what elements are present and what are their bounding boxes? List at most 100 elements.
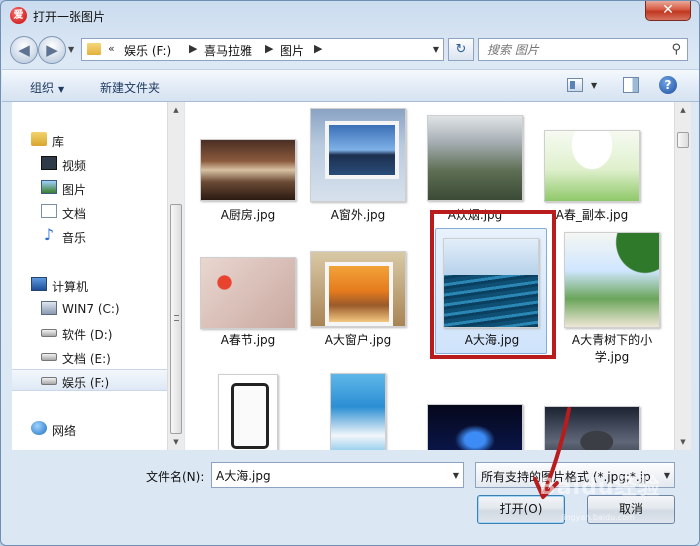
file-thumbnail: [200, 257, 296, 329]
chevron-right-icon[interactable]: ▶: [189, 42, 197, 55]
sidebar-item-label: 库: [52, 135, 65, 149]
address-overflow[interactable]: «: [108, 42, 115, 55]
command-toolbar: 组织 ▼ 新建文件夹 ▼ ?: [2, 69, 699, 102]
file-item[interactable]: A春节.jpg: [193, 231, 303, 355]
video-icon: [41, 156, 57, 170]
breadcrumb-himalaya[interactable]: 喜马拉雅: [204, 42, 252, 59]
chevron-right-icon[interactable]: ▶: [265, 42, 273, 55]
file-name-line1: A大青树下的小: [571, 333, 653, 347]
help-button[interactable]: ?: [659, 76, 677, 94]
highlight-box: [430, 210, 556, 359]
sidebar-item-pictures[interactable]: 图片: [12, 177, 168, 199]
organize-menu[interactable]: 组织 ▼: [30, 79, 64, 96]
refresh-button[interactable]: ↻: [448, 38, 474, 61]
sidebar-item-network[interactable]: 网络: [12, 418, 168, 440]
file-thumbnail: [544, 130, 640, 202]
file-thumbnail: [200, 139, 296, 201]
chevron-right-icon[interactable]: ▶: [314, 42, 322, 55]
drive-icon: [41, 377, 57, 385]
sidebar-item-label: 网络: [52, 424, 77, 438]
file-item[interactable]: [420, 368, 530, 450]
sidebar-item-label: 文档 (E:): [62, 352, 111, 366]
preview-pane-icon[interactable]: [623, 77, 639, 93]
file-name: A大青树下的小 学.jpg: [553, 332, 671, 366]
watermark-url: jingyan.baidu.com: [561, 513, 635, 522]
scrollbar-thumb[interactable]: [677, 132, 689, 148]
sidebar-item-drive-c[interactable]: WIN7 (C:): [12, 298, 168, 320]
filename-input[interactable]: [216, 464, 441, 486]
breadcrumb-drive-f[interactable]: 娱乐 (F:): [124, 42, 171, 59]
sidebar-item-label: 软件 (D:): [62, 328, 113, 342]
file-name-line2: 学.jpg: [594, 350, 630, 364]
forward-button[interactable]: ▶: [38, 36, 66, 64]
folder-icon: [87, 43, 101, 55]
sidebar-item-label: 娱乐 (F:): [62, 376, 110, 390]
grip-icon: [174, 315, 179, 321]
file-name: A厨房.jpg: [220, 208, 276, 222]
open-image-dialog: 爱 打开一张图片 ✕ ◀ ▶ ▼ « 娱乐 (F:) ▶ 喜马拉雅 ▶ 图片 ▶…: [0, 0, 700, 546]
file-thumbnail: [218, 374, 278, 450]
file-list-scrollbar[interactable]: ▲ ▼: [674, 102, 691, 450]
sidebar-item-drive-f[interactable]: 娱乐 (F:): [12, 369, 168, 391]
nav-pane-scrollbar[interactable]: ▲ ▼: [167, 102, 184, 450]
chevron-down-icon[interactable]: ▼: [453, 471, 459, 480]
search-input[interactable]: [487, 40, 667, 60]
sidebar-item-computer[interactable]: 计算机: [12, 274, 168, 296]
file-item[interactable]: A窗外.jpg: [303, 106, 413, 230]
file-name: A大窗户.jpg: [324, 333, 392, 347]
watermark: Baidu经验: [539, 475, 661, 500]
sidebar-item-drive-e[interactable]: 文档 (E:): [12, 346, 168, 368]
library-icon: [31, 132, 47, 146]
address-bar[interactable]: « 娱乐 (F:) ▶ 喜马拉雅 ▶ 图片 ▶ ▼: [81, 38, 444, 61]
scroll-up-icon[interactable]: ▲: [675, 102, 691, 118]
sidebar-item-documents[interactable]: 文档: [12, 201, 168, 223]
scroll-down-icon[interactable]: ▼: [168, 434, 184, 450]
scroll-up-icon[interactable]: ▲: [168, 102, 184, 118]
scroll-down-icon[interactable]: ▼: [675, 434, 691, 450]
chevron-down-icon[interactable]: ▼: [663, 471, 670, 480]
documents-icon: [41, 204, 57, 218]
file-thumbnail: [564, 232, 660, 328]
file-thumbnail: [427, 115, 523, 201]
filename-combobox[interactable]: ▼: [211, 462, 464, 488]
chevron-down-icon: ▼: [58, 85, 65, 94]
file-item[interactable]: A大青树下的小 学.jpg: [553, 231, 671, 364]
close-button[interactable]: ✕: [645, 1, 691, 21]
sidebar-item-label: 计算机: [52, 280, 89, 294]
drive-icon: [41, 353, 57, 361]
sidebar-item-drive-d[interactable]: 软件 (D:): [12, 322, 168, 344]
sidebar-item-label: 音乐: [62, 231, 87, 245]
window-title: 打开一张图片: [33, 10, 106, 24]
file-thumbnail: [310, 108, 406, 202]
title-bar[interactable]: 爱 打开一张图片 ✕: [1, 1, 699, 31]
view-options-dropdown-icon[interactable]: ▼: [591, 81, 597, 90]
search-icon[interactable]: ⚲: [671, 42, 681, 57]
breadcrumb-pictures[interactable]: 图片: [280, 42, 304, 59]
app-logo-icon: 爱: [10, 7, 27, 24]
file-item[interactable]: A大窗户.jpg: [303, 231, 413, 355]
search-box[interactable]: ⚲: [478, 38, 688, 61]
change-view-icon[interactable]: [567, 78, 583, 92]
filename-label: 文件名(N):: [146, 470, 205, 484]
sidebar-item-label: 文档: [62, 207, 87, 221]
sidebar-item-music[interactable]: ♪ 音乐: [12, 225, 168, 247]
organize-label: 组织: [30, 81, 55, 95]
sidebar-item-label: 图片: [62, 183, 87, 197]
back-button[interactable]: ◀: [10, 36, 38, 64]
new-folder-button[interactable]: 新建文件夹: [100, 79, 160, 96]
file-thumbnail: [330, 373, 386, 450]
navigation-pane: 库 视频 图片 文档 ♪ 音乐 计算机 WIN7 (C:) 软件 (D:) 文档…: [12, 102, 168, 450]
sidebar-item-library[interactable]: 库: [12, 129, 168, 151]
refresh-icon: ↻: [455, 42, 467, 57]
sidebar-item-label: WIN7 (C:): [62, 302, 120, 316]
file-item[interactable]: [193, 368, 303, 450]
file-item[interactable]: [303, 368, 413, 450]
file-item[interactable]: A厨房.jpg: [193, 106, 303, 230]
drive-icon: [41, 329, 57, 337]
file-name: A春节.jpg: [220, 333, 276, 347]
sidebar-item-videos[interactable]: 视频: [12, 153, 168, 175]
scrollbar-thumb[interactable]: [170, 204, 182, 434]
computer-icon: [31, 277, 47, 291]
recent-locations-dropdown-icon[interactable]: ▼: [68, 45, 74, 54]
address-dropdown-icon[interactable]: ▼: [433, 45, 439, 54]
